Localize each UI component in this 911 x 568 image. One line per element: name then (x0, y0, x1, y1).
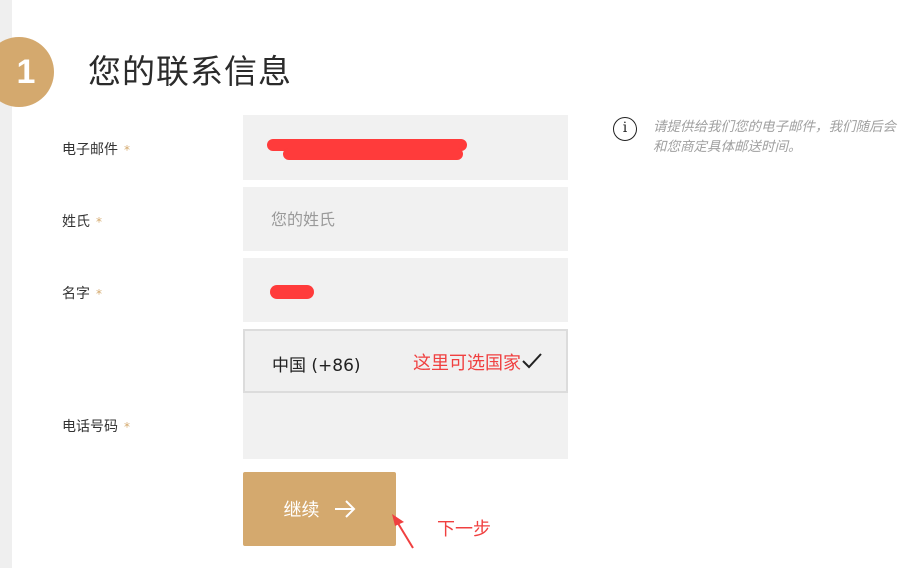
required-mark: * (124, 143, 130, 157)
redaction-mark (283, 148, 463, 160)
required-mark: * (124, 420, 130, 434)
next-step-annotation: 下一步 (437, 519, 491, 540)
email-label: 电子邮件 * (62, 139, 130, 159)
required-mark: * (96, 215, 102, 229)
info-icon: i (613, 117, 637, 141)
page-title: 您的联系信息 (88, 52, 292, 91)
given-name-label: 名字 * (62, 283, 102, 303)
continue-button[interactable]: 继续 (243, 472, 396, 546)
phone-label-text: 电话号码 (62, 419, 118, 435)
continue-button-label: 继续 (283, 500, 320, 521)
step-number: 1 (16, 52, 36, 91)
phone-label: 电话号码 * (62, 416, 130, 436)
info-text: 请提供给我们您的电子邮件，我们随后会和您商定具体邮送时间。 (653, 119, 896, 155)
phone-input[interactable] (243, 393, 568, 459)
phone-field[interactable] (243, 393, 568, 459)
redaction-mark (270, 285, 314, 299)
step-number-badge: 1 (0, 37, 54, 107)
email-field[interactable] (243, 115, 568, 180)
surname-input[interactable] (243, 187, 568, 251)
given-name-field[interactable] (243, 258, 568, 322)
required-mark: * (96, 287, 102, 301)
surname-label-text: 姓氏 (62, 214, 90, 230)
given-name-label-text: 名字 (62, 286, 90, 302)
country-code-value: 中国 (+86) (272, 356, 361, 376)
annotation-arrow-icon (392, 514, 414, 549)
arrow-right-icon (334, 500, 355, 518)
email-label-text: 电子邮件 (62, 142, 118, 158)
surname-field[interactable] (243, 187, 568, 251)
country-annotation: 这里可选国家 (413, 353, 521, 374)
check-icon (522, 353, 542, 369)
surname-label: 姓氏 * (62, 211, 102, 231)
